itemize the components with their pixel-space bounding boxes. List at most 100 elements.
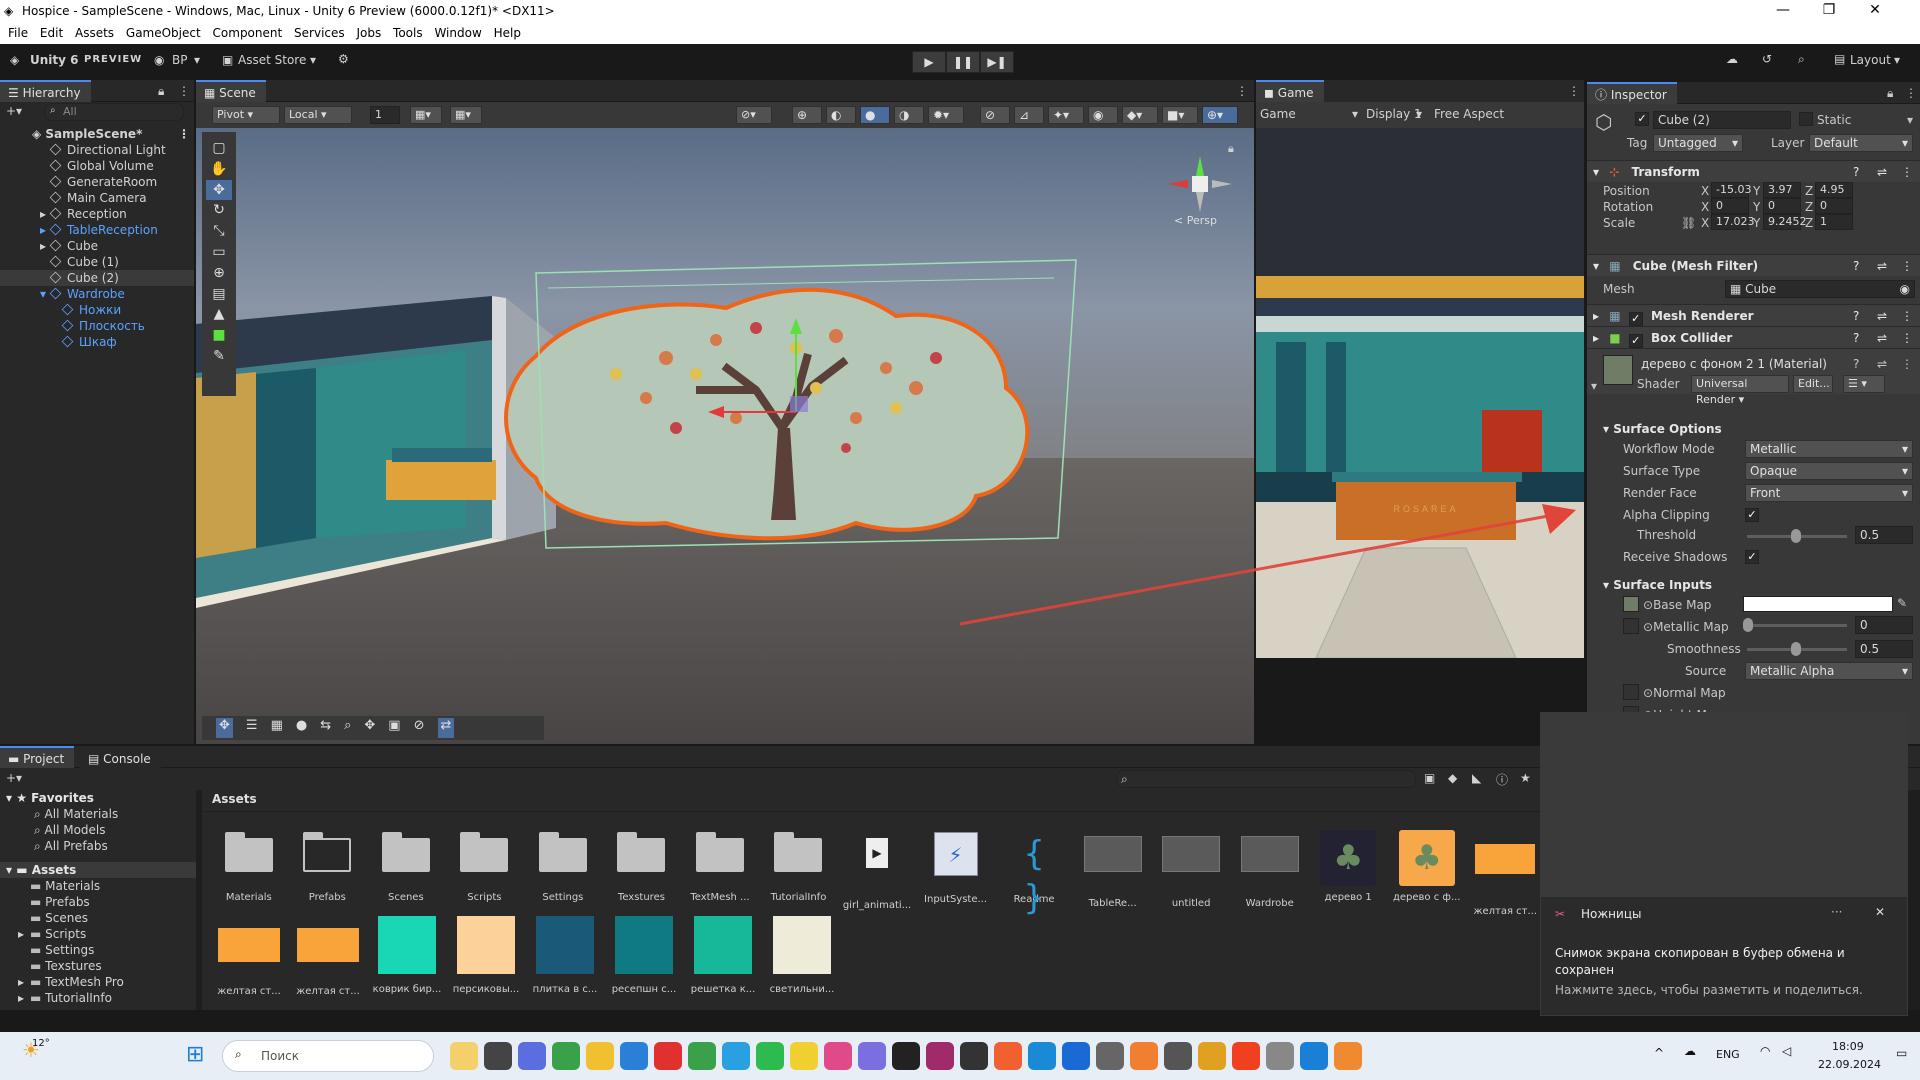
foldout-icon[interactable]: ▸ xyxy=(18,974,24,990)
axis-z-label[interactable]: Z xyxy=(1805,216,1813,230)
asset-item[interactable]: ♣ дерево 1 xyxy=(1311,830,1385,903)
more-icon[interactable]: ⋮ xyxy=(1901,357,1913,371)
custom-tool-icon[interactable]: ▤ xyxy=(206,284,232,305)
rotation-y-field[interactable]: 0 xyxy=(1763,198,1801,214)
account-icon[interactable]: ◉ xyxy=(154,53,164,67)
preset-icon[interactable]: ⇌ xyxy=(1877,255,1887,277)
pivot-dropdown[interactable]: Pivot ▾ xyxy=(212,106,280,124)
asset-item[interactable]: Prefabs xyxy=(291,830,365,903)
taskbar-app-icon[interactable] xyxy=(450,1042,478,1070)
start-button[interactable]: ⊞ xyxy=(186,1042,204,1067)
move-overlay-icon[interactable]: ✥ xyxy=(216,718,233,738)
mesh-renderer-checkbox[interactable]: ✓ xyxy=(1628,312,1643,326)
taskbar-app-icon[interactable] xyxy=(892,1042,920,1070)
add-icon[interactable]: +▾ xyxy=(6,771,22,785)
taskbar-app-icon[interactable] xyxy=(994,1042,1022,1070)
asset-item[interactable]: Scenes xyxy=(369,830,443,903)
volume-icon[interactable]: ◁ xyxy=(1782,1044,1791,1058)
hierarchy-item[interactable]: ▸ Reception xyxy=(0,206,194,222)
eyedropper-icon[interactable]: ✎ xyxy=(1897,596,1907,610)
axis-x-label[interactable]: X xyxy=(1701,216,1709,230)
history-icon[interactable]: ↺ xyxy=(1762,52,1772,66)
position-y-field[interactable]: 3.97 xyxy=(1763,182,1801,198)
grid-size-field[interactable]: 1 xyxy=(370,106,400,124)
cloud-icon[interactable]: ☁ xyxy=(1684,1044,1696,1058)
clock-time[interactable]: 18:09 xyxy=(1832,1040,1864,1053)
wifi-icon[interactable]: ◠ xyxy=(1760,1044,1770,1058)
play-button[interactable]: ▶ xyxy=(912,51,946,73)
tree-scrollbar[interactable] xyxy=(196,790,202,1026)
menu-assets[interactable]: Assets xyxy=(67,24,114,40)
hierarchy-item[interactable]: ▸ TableReception xyxy=(0,222,194,238)
layers-dropdown[interactable]: ◆▾ xyxy=(1122,106,1158,124)
mesh-filter-header[interactable]: ▾ ▦ Cube (Mesh Filter) ? ⇌ ⋮ xyxy=(1587,254,1920,276)
base-map-thumbnail[interactable] xyxy=(1623,596,1639,612)
layout-dropdown[interactable]: Layout xyxy=(1850,53,1891,67)
active-checkbox[interactable]: ✓ xyxy=(1635,112,1649,126)
menu-file[interactable]: File xyxy=(0,24,28,40)
shader-dropdown[interactable]: Universal Render ▾ xyxy=(1691,375,1789,406)
game-mode-dropdown[interactable]: Game xyxy=(1260,107,1296,121)
threshold-slider-handle[interactable] xyxy=(1791,529,1801,543)
axis-z-label[interactable]: Z xyxy=(1805,200,1813,214)
shading-overlay-icon[interactable]: ● xyxy=(296,718,307,738)
foldout-icon[interactable]: ▸ xyxy=(40,238,46,254)
project-folder-item[interactable]: ▬ Scenes xyxy=(0,910,196,926)
asset-item[interactable]: ♣ дерево с ф... xyxy=(1390,830,1464,903)
axis-y-label[interactable]: Y xyxy=(1753,184,1760,198)
asset-item[interactable]: коврик бир... xyxy=(370,916,444,1000)
taskbar-app-icon[interactable] xyxy=(1130,1042,1158,1070)
shader-edit-button[interactable]: Edit... xyxy=(1793,375,1833,393)
increment-snap-toggle[interactable]: ▦▾ xyxy=(450,106,482,124)
clock-date[interactable]: 22.09.2024 xyxy=(1818,1058,1881,1071)
hierarchy-item[interactable]: Cube (1) xyxy=(0,254,194,270)
rotation-z-field[interactable]: 0 xyxy=(1815,198,1853,214)
hierarchy-search-input[interactable]: All xyxy=(44,103,184,121)
scale-y-field[interactable]: 9.2452 xyxy=(1763,214,1807,230)
asset-item[interactable]: TutorialInfo xyxy=(762,830,836,903)
audio-toggle[interactable]: ⊿ xyxy=(1014,106,1044,124)
foldout-icon[interactable]: ▾ xyxy=(40,286,46,302)
account-dropdown[interactable]: BP xyxy=(172,53,187,67)
axis-z-label[interactable]: Z xyxy=(1805,184,1813,198)
tab-project[interactable]: ▬ Project xyxy=(0,746,75,768)
tab-inspector[interactable]: ⓘ Inspector xyxy=(1587,82,1677,104)
asset-item[interactable]: светильни... xyxy=(765,916,839,1000)
taskbar-app-icon[interactable] xyxy=(518,1042,546,1070)
taskbar-app-icon[interactable] xyxy=(552,1042,580,1070)
position-x-field[interactable]: -15.03 xyxy=(1711,182,1751,198)
scene-viewport[interactable]: < Persp 🔒︎ ▢ ✋ ✥ ↻ ⤡ ▭ ⊕ ▤ ▲ ■ ✎ ✥ ☰ ▦ ●… xyxy=(196,128,1254,744)
favorite-item[interactable]: ⌕ All Materials xyxy=(0,806,196,822)
taskbar-app-icon[interactable] xyxy=(1096,1042,1124,1070)
metallic-slider-track[interactable] xyxy=(1747,624,1847,627)
menu-services[interactable]: Services xyxy=(286,24,345,40)
rotation-x-field[interactable]: 0 xyxy=(1711,198,1749,214)
hierarchy-item[interactable]: Шкаф xyxy=(0,334,194,350)
preset-icon[interactable]: ⇌ xyxy=(1877,305,1887,327)
menu-help[interactable]: Help xyxy=(486,24,521,40)
maximize-button[interactable]: ❐ xyxy=(1806,2,1852,18)
more-icon[interactable]: ⋮ xyxy=(1568,84,1580,98)
visibility-icon[interactable]: ◉ xyxy=(1088,106,1118,124)
object-name-field[interactable]: Cube (2) xyxy=(1653,111,1791,129)
taskbar-app-icon[interactable] xyxy=(484,1042,512,1070)
asset-item[interactable]: ⚡ InputSyste... xyxy=(919,830,993,905)
taskbar-app-icon[interactable] xyxy=(926,1042,954,1070)
breadcrumb-assets[interactable]: Assets xyxy=(204,792,257,806)
aspect-dropdown[interactable]: Free Aspect xyxy=(1434,107,1504,121)
constrain-proportions-icon[interactable]: ⛓ xyxy=(1681,216,1696,230)
camera-overlay-icon[interactable]: ▣ xyxy=(388,718,400,738)
hierarchy-item[interactable]: GenerateRoom xyxy=(0,174,194,190)
tag-dropdown[interactable]: Untagged ▾ xyxy=(1653,134,1743,152)
asset-item[interactable]: ▶ girl_animati... xyxy=(840,830,914,911)
rect-tool-icon[interactable]: ▭ xyxy=(206,242,232,263)
threshold-field[interactable]: 0.5 xyxy=(1855,526,1913,544)
preset-icon[interactable]: ⇌ xyxy=(1877,161,1887,183)
transform-header[interactable]: ▾ ⊹ Transform ? ⇌ ⋮ xyxy=(1587,160,1920,182)
metallic-map-thumbnail[interactable] xyxy=(1623,618,1639,634)
material-header[interactable]: ▾ дерево с фоном 2 1 (Material) Shader U… xyxy=(1587,348,1920,406)
asset-item[interactable]: Texstures xyxy=(605,830,679,903)
lighting-toggle[interactable]: ⊘ xyxy=(980,106,1010,124)
step-button[interactable]: ▶❚ xyxy=(980,51,1014,73)
persp-label[interactable]: < Persp xyxy=(1174,214,1217,227)
